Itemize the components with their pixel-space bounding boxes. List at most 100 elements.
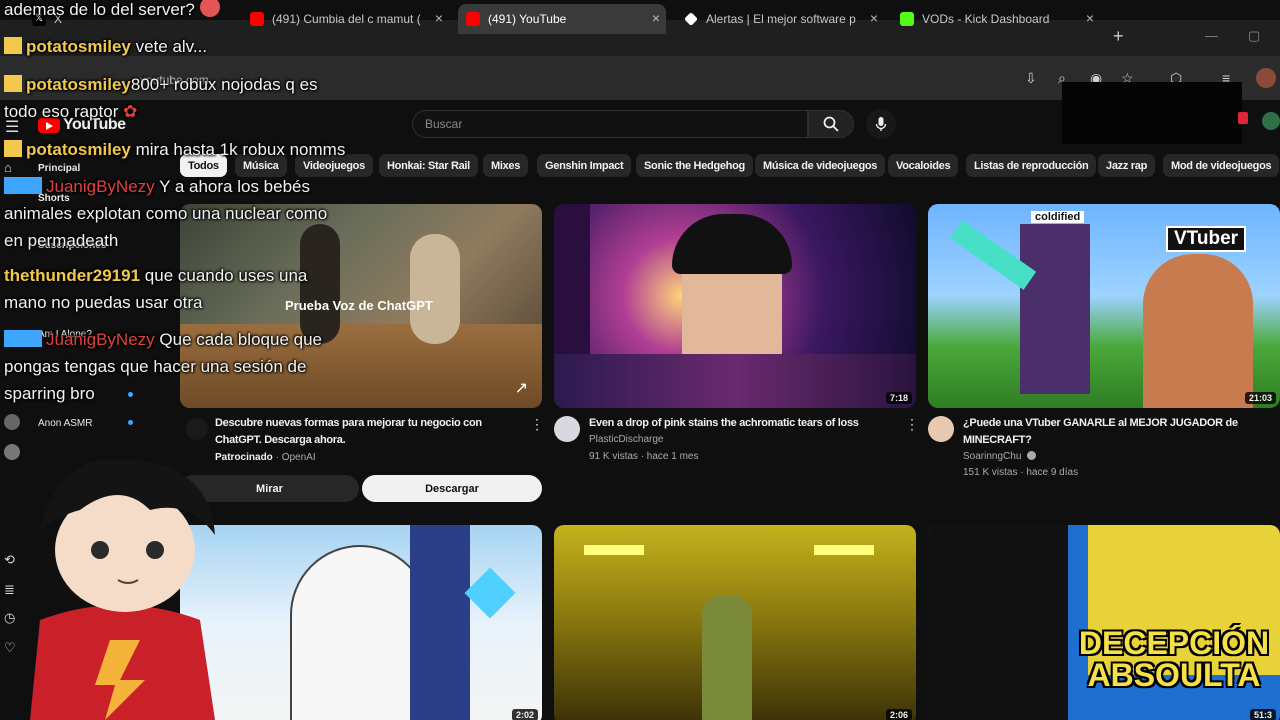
- video-duration: 7:18: [885, 392, 912, 404]
- tab-kick[interactable]: VODs - Kick Dashboard ×: [894, 4, 1100, 34]
- chat-text: Que cada bloque que: [159, 330, 322, 349]
- chat-username: JuanigByNezy: [46, 177, 155, 196]
- thumb-title-text: DECEPCIÓN ABSOULTA: [1068, 627, 1280, 691]
- chat-text: vete alv...: [135, 37, 208, 56]
- thumb-title-line: ABSOULTA: [1087, 657, 1261, 693]
- video-title[interactable]: ¿Puede una VTuber GANARLE al MEJOR JUGAD…: [963, 415, 1263, 449]
- chip-listas[interactable]: Listas de reproducción: [966, 154, 1097, 177]
- chip-mod-videojuegos[interactable]: Mod de videojuegos: [1163, 154, 1280, 177]
- chat-message: ademas de lo del server?: [4, 0, 224, 23]
- close-tab-icon[interactable]: ×: [1086, 10, 1094, 26]
- more-options-icon[interactable]: ⋮: [905, 416, 919, 433]
- channel-name-text: SoarinngChu: [963, 451, 1022, 462]
- video-thumbnail[interactable]: DECEPCIÓN ABSOULTA 51:3: [928, 525, 1280, 720]
- search-button[interactable]: [808, 110, 854, 138]
- channel-avatar: [4, 414, 20, 430]
- chip-mixes[interactable]: Mixes: [483, 154, 529, 177]
- search-box: [412, 110, 808, 138]
- tab-cumbia[interactable]: (491) Cumbia del c mamut ( ×: [244, 4, 449, 34]
- tab-youtube[interactable]: (491) YouTube ×: [458, 4, 666, 34]
- minimize-icon[interactable]: —: [1205, 28, 1218, 43]
- tab-title: VODs - Kick Dashboard: [922, 12, 1050, 26]
- chat-message: potatosmiley800+ robux nojodas q es: [4, 71, 318, 98]
- channel-name[interactable]: PlasticDischarge: [589, 432, 663, 448]
- thumb-light: [584, 545, 644, 555]
- new-tab-icon[interactable]: +: [1113, 26, 1124, 47]
- chat-message: animales explotan como una nuclear como: [4, 204, 328, 223]
- badges-icon: [4, 177, 42, 194]
- chat-text: Y a ahora los bebés: [159, 177, 311, 196]
- chat-message: mano no puedas usar otra: [4, 293, 203, 312]
- search-input[interactable]: [413, 111, 807, 137]
- openai-avatar[interactable]: [186, 418, 208, 440]
- redacted-area: [1062, 82, 1242, 144]
- sidebar-channel-anon-asmr[interactable]: Anon ASMR: [38, 418, 92, 429]
- chip-honkai[interactable]: Honkai: Star Rail: [379, 154, 478, 177]
- thumb-curtain: [410, 525, 470, 720]
- channel-avatar[interactable]: [928, 416, 954, 442]
- thumb-floor: [554, 354, 916, 408]
- verified-icon: [1027, 451, 1037, 460]
- chat-text: todo eso raptor: [4, 102, 119, 121]
- chat-message: pongas tengas que hacer una sesión de: [4, 357, 307, 376]
- channel-name[interactable]: SoarinngChu: [963, 449, 1037, 465]
- video-title[interactable]: Descubre nuevas formas para mejorar tu n…: [215, 415, 525, 449]
- thumb-vtuber: [1143, 254, 1253, 408]
- install-app-icon[interactable]: ⇩: [1025, 70, 1037, 87]
- crown-badge-icon: [4, 75, 22, 92]
- chat-text: que cuando uses una: [144, 266, 308, 285]
- video-duration: 21:03: [1244, 392, 1276, 404]
- tab-title: Alertas | El mejor software p: [706, 12, 856, 26]
- video-meta: 91 K vistas · hace 1 mes: [589, 451, 699, 462]
- thumb-tag: coldified: [1031, 211, 1085, 223]
- thumb-character: [290, 545, 430, 720]
- chat-message: todo eso raptor ✿: [4, 98, 137, 125]
- thumb-caption: Prueba Voz de ChatGPT: [285, 298, 433, 313]
- notification-icon[interactable]: [1238, 112, 1248, 124]
- video-duration: 2:02: [511, 709, 538, 720]
- video-thumbnail[interactable]: coldified VTuber 21:03: [928, 204, 1280, 408]
- badges-icon: [4, 330, 42, 347]
- chip-genshin[interactable]: Genshin Impact: [537, 154, 632, 177]
- title-line: ¿Puede una VTuber GANARLE al MEJOR JUGAD…: [963, 417, 1238, 429]
- channel-name[interactable]: OpenAI: [282, 452, 316, 463]
- close-tab-icon[interactable]: ×: [435, 10, 443, 26]
- channel-avatar[interactable]: [554, 416, 580, 442]
- title-line: ChatGPT. Descarga ahora.: [215, 434, 346, 446]
- chat-username: potatosmiley: [26, 140, 131, 159]
- close-tab-icon[interactable]: ×: [870, 10, 878, 26]
- youtube-favicon-icon: [466, 12, 480, 26]
- profile-avatar[interactable]: [1256, 68, 1276, 88]
- video-thumbnail[interactable]: 2:06: [554, 525, 916, 720]
- video-title[interactable]: Even a drop of pink stains the achromati…: [589, 415, 899, 432]
- chip-musica-videojuegos[interactable]: Música de videojuegos: [755, 154, 886, 177]
- thumb-person: [410, 234, 460, 344]
- account-avatar[interactable]: [1262, 112, 1280, 130]
- chip-sonic[interactable]: Sonic the Hedgehog: [636, 154, 753, 177]
- emote-icon: [199, 0, 220, 17]
- maximize-icon[interactable]: ▢: [1248, 28, 1260, 44]
- voice-search-button[interactable]: [866, 109, 896, 139]
- chat-username: JuanigByNezy: [46, 330, 155, 349]
- video-meta: 151 K vistas · hace 9 días: [963, 467, 1079, 478]
- chat-message: thethunder29191 que cuando uses una: [4, 262, 307, 289]
- close-tab-icon[interactable]: ×: [652, 10, 660, 26]
- chip-jazz-rap[interactable]: Jazz rap: [1098, 154, 1156, 177]
- thumb-minecraft-player: [1020, 224, 1090, 394]
- tab-alertas[interactable]: Alertas | El mejor software p ×: [678, 4, 884, 34]
- chip-vocaloides[interactable]: Vocaloides: [888, 154, 959, 177]
- chat-message: potatosmiley mira hasta 1k robux nomms: [4, 136, 345, 163]
- more-options-icon[interactable]: ⋮: [530, 416, 544, 433]
- chat-username: potatosmiley: [26, 75, 131, 94]
- microphone-icon: [875, 117, 887, 131]
- tab-title: (491) Cumbia del c mamut (: [272, 12, 421, 26]
- video-thumbnail[interactable]: 7:18: [554, 204, 916, 408]
- title-line: Descubre nuevas formas para mejorar tu n…: [215, 417, 482, 429]
- download-button[interactable]: Descargar: [362, 475, 542, 502]
- crown-badge-icon: [4, 140, 22, 157]
- chat-text: ademas de lo del server?: [4, 0, 195, 19]
- youtube-favicon-icon: [250, 12, 264, 26]
- thumb-light: [814, 545, 874, 555]
- chat-message: sparring bro: [4, 384, 95, 403]
- tab-title: (491) YouTube: [488, 12, 567, 26]
